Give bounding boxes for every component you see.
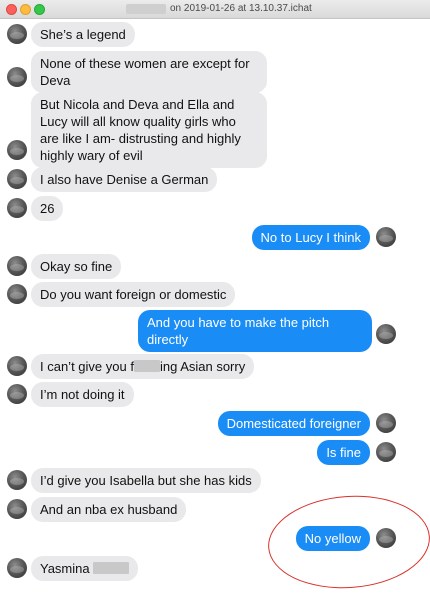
contact-avatar <box>7 499 27 519</box>
redacted-title-block <box>126 4 166 14</box>
minimize-window-button[interactable] <box>20 4 31 15</box>
user-avatar <box>376 324 396 344</box>
close-window-button[interactable] <box>6 4 17 15</box>
outgoing-message-bubble: No to Lucy I think <box>251 225 370 250</box>
incoming-message-bubble: I’m not doing it <box>31 382 134 407</box>
message-text-end: ing Asian sorry <box>159 359 246 374</box>
incoming-message-bubble: Yasmina <box>31 556 139 581</box>
redacted-name-block <box>93 562 130 574</box>
contact-avatar <box>7 384 27 404</box>
user-avatar <box>376 442 396 462</box>
incoming-message-bubble: And an nba ex husband <box>31 497 187 522</box>
user-avatar <box>376 227 396 247</box>
window-titlebar: on 2019-01-26 at 13.10.37.ichat <box>0 0 430 19</box>
outgoing-message-bubble: Is fine <box>317 440 370 465</box>
contact-avatar <box>7 356 27 376</box>
incoming-message-bubble: I can’t give you f ing Asian sorry <box>31 354 255 379</box>
contact-avatar <box>7 470 27 490</box>
window-title: on 2019-01-26 at 13.10.37.ichat <box>170 3 312 14</box>
incoming-message-bubble: 26 <box>31 196 64 221</box>
incoming-message-bubble: Do you want foreign or domestic <box>31 282 236 307</box>
contact-avatar <box>7 284 27 304</box>
red-annotation-circle <box>264 490 430 594</box>
contact-avatar <box>7 169 27 189</box>
user-avatar <box>376 413 396 433</box>
incoming-message-bubble: I’d give you Isabella but she has kids <box>31 468 261 493</box>
zoom-window-button[interactable] <box>34 4 45 15</box>
contact-avatar <box>7 256 27 276</box>
redacted-word-block <box>133 360 160 372</box>
incoming-message-bubble: But Nicola and Deva and Ella and Lucy wi… <box>31 92 267 168</box>
incoming-message-bubble: Okay so fine <box>31 254 122 279</box>
incoming-message-bubble: She’s a legend <box>31 22 135 47</box>
contact-avatar <box>7 24 27 44</box>
contact-avatar <box>7 67 27 87</box>
incoming-message-bubble: None of these women are except for Deva <box>31 51 267 93</box>
message-text-start: I can’t give you f <box>40 359 134 374</box>
contact-avatar <box>7 558 27 578</box>
contact-avatar <box>7 140 27 160</box>
incoming-message-bubble: I also have Denise a German <box>31 167 218 192</box>
message-text: Yasmina <box>40 561 90 576</box>
outgoing-message-bubble: Domesticated foreigner <box>217 411 370 436</box>
contact-avatar <box>7 198 27 218</box>
outgoing-message-bubble: And you have to make the pitch directly <box>138 310 372 352</box>
